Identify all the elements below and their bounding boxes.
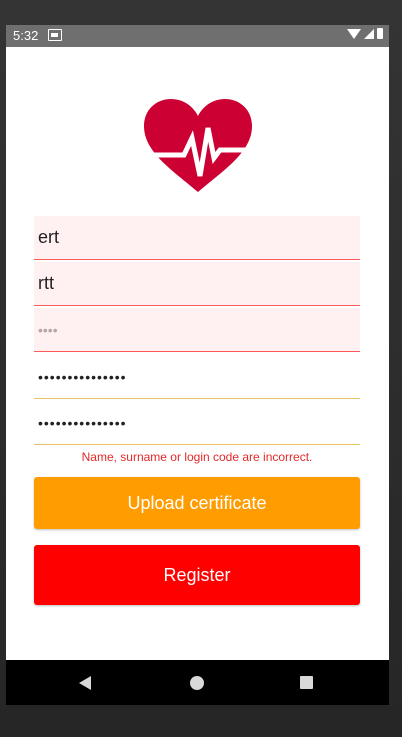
error-message: Name, surname or login code are incorrec… xyxy=(81,450,313,464)
navigation-bar xyxy=(6,660,389,705)
heart-pulse-icon xyxy=(142,99,254,192)
status-bar: 5:32 xyxy=(6,25,389,47)
status-time: 5:32 xyxy=(13,28,39,43)
surname-field[interactable]: rtt xyxy=(34,262,360,306)
recent-apps-icon[interactable] xyxy=(300,676,313,689)
register-button[interactable]: Register xyxy=(34,545,360,605)
confirm-password-field[interactable]: ••••••••••••••• xyxy=(34,401,360,445)
password-field[interactable]: ••••••••••••••• xyxy=(34,355,360,399)
notification-icon xyxy=(48,29,62,41)
login-code-field[interactable]: •••• xyxy=(34,308,360,352)
name-field[interactable]: ert xyxy=(34,216,360,260)
signal-icon xyxy=(364,28,374,39)
app-screen: 5:32 ert rtt •••• ••••••••••••••• ••••••… xyxy=(6,25,389,705)
back-icon[interactable] xyxy=(79,676,91,690)
home-icon[interactable] xyxy=(190,676,204,690)
battery-icon xyxy=(377,28,383,39)
wifi-icon xyxy=(347,28,361,39)
status-icons xyxy=(347,28,383,39)
upload-certificate-button[interactable]: Upload certificate xyxy=(34,477,360,529)
